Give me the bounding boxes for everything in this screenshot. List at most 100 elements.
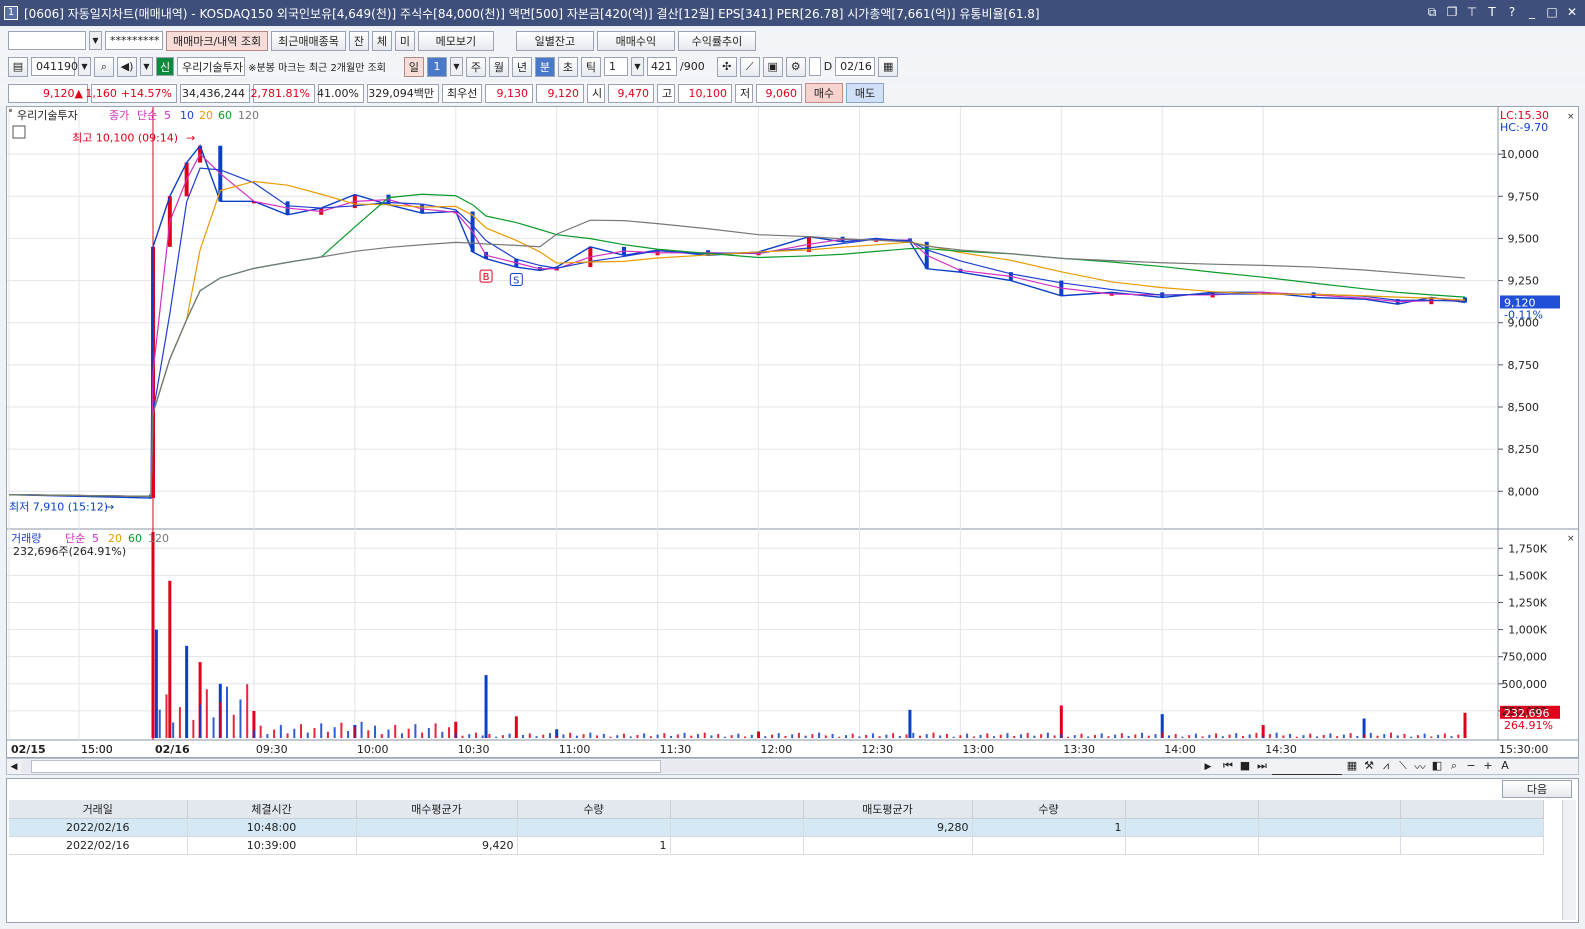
- row-buy-price: 9,420: [356, 836, 518, 855]
- volume-bar: [1120, 733, 1123, 738]
- return-trend-button[interactable]: 수익률추이: [677, 30, 756, 51]
- stock-code-dropdown-icon[interactable]: ▼: [78, 57, 91, 76]
- col-sell-qty: 수량: [972, 800, 1126, 819]
- trade-mark-query-button[interactable]: 매매마크/내역 조회: [166, 30, 269, 51]
- scroll-track[interactable]: [21, 760, 1201, 773]
- interval-dropdown-icon[interactable]: ▼: [630, 57, 644, 76]
- zoom-out-icon[interactable]: −: [1464, 759, 1478, 775]
- best-label: 최우선: [442, 83, 482, 103]
- high-arrow-icon: →: [186, 131, 195, 144]
- minimize-icon[interactable]: _: [1525, 4, 1539, 20]
- unfilled-button[interactable]: 미: [394, 30, 415, 51]
- volume-bar: [468, 734, 471, 738]
- period-day-button[interactable]: 일: [403, 56, 424, 77]
- period-minute-button[interactable]: 분: [534, 56, 555, 77]
- chart-scrollbar[interactable]: ◀ ▶ ⏮ ■ ⏭ ▦ ⚒ ⩘ ⟍ 〰 ◧ ⌕ − + A: [6, 758, 1579, 775]
- sound-dropdown-icon[interactable]: ▼: [140, 57, 153, 76]
- speed-slider[interactable]: [1272, 759, 1342, 775]
- restore-group-icon[interactable]: ❐: [1445, 4, 1459, 20]
- zoom-in-icon[interactable]: +: [1481, 759, 1495, 775]
- daily-balance-button[interactable]: 일별잔고: [515, 30, 594, 51]
- save-icon[interactable]: ▣: [762, 56, 783, 77]
- chart-svg[interactable]: 10,0009,7509,5009,2509,0008,7508,5008,25…: [7, 107, 1578, 757]
- search-icon[interactable]: ⌕: [94, 56, 114, 77]
- volume-pane-close-icon[interactable]: ×: [1567, 534, 1575, 544]
- draw-line-icon[interactable]: ⟍: [1396, 759, 1410, 775]
- scroll-left-icon[interactable]: ◀: [7, 762, 21, 772]
- scroll-thumb[interactable]: [31, 760, 661, 773]
- stock-code-input[interactable]: 041190: [31, 57, 78, 76]
- volume-bar: [898, 735, 901, 738]
- volume-bar: [448, 727, 451, 738]
- stop-icon[interactable]: ■: [1238, 759, 1252, 775]
- calculator-icon[interactable]: [12, 125, 26, 139]
- period-day-dropdown-icon[interactable]: ▼: [449, 57, 463, 76]
- password-input[interactable]: *********: [105, 31, 163, 50]
- volume-bar: [286, 733, 289, 738]
- text-size-icon[interactable]: A: [1498, 759, 1512, 775]
- count-input[interactable]: 421: [646, 57, 677, 76]
- buy-button[interactable]: 매수: [805, 83, 843, 103]
- trade-profit-button[interactable]: 매매수익: [596, 30, 675, 51]
- settings-icon[interactable]: ⚙: [785, 56, 806, 77]
- maximize-icon[interactable]: □: [1545, 4, 1559, 20]
- table-row[interactable]: 2022/02/16 10:39:00 9,420 1: [9, 836, 1544, 855]
- next-button[interactable]: 다음: [1502, 780, 1572, 798]
- legend-ma10: 10: [180, 109, 194, 122]
- rewind-icon[interactable]: ⏮: [1221, 759, 1235, 775]
- layout-icon[interactable]: ▦: [1345, 759, 1359, 775]
- link-icon[interactable]: ⧉: [1425, 4, 1439, 20]
- account-input[interactable]: [8, 31, 86, 50]
- pin-icon[interactable]: ⊤: [1465, 4, 1479, 20]
- account-dropdown-icon[interactable]: ▼: [89, 31, 102, 50]
- volume-bar: [1073, 735, 1076, 738]
- chart-area[interactable]: 10,000 9,750 9,500 9,250 9,000 8,750 8,500 8,25…: [6, 106, 1579, 758]
- volume-bar: [152, 724, 154, 738]
- volume-pane[interactable]: [7, 530, 1498, 740]
- scroll-right-icon[interactable]: ▶: [1201, 762, 1215, 772]
- sell-button[interactable]: 매도: [846, 83, 884, 103]
- period-month-button[interactable]: 월: [488, 56, 509, 77]
- period-day-number[interactable]: 1: [426, 56, 447, 77]
- date-checkbox[interactable]: [808, 57, 821, 76]
- volume-bar: [764, 736, 767, 738]
- draw-tool-icon[interactable]: ⟋: [739, 56, 760, 77]
- volume-bar: [670, 735, 673, 738]
- table-vertical-scrollbar[interactable]: [1562, 800, 1576, 920]
- table-row[interactable]: 2022/02/16 10:48:00 9,280 1: [9, 818, 1544, 837]
- sound-icon[interactable]: ◀): [117, 56, 137, 77]
- calendar-icon[interactable]: ▦: [878, 56, 899, 77]
- col-trade-date: 거래일: [9, 800, 188, 819]
- volume-bar: [744, 736, 747, 738]
- interval-input[interactable]: 1: [603, 57, 628, 76]
- period-week-button[interactable]: 주: [465, 56, 486, 77]
- volume-bar: [1053, 735, 1056, 738]
- indicator-icon[interactable]: ⩘: [1379, 759, 1393, 775]
- date-input[interactable]: 02/16: [835, 57, 876, 76]
- row-empty: [1258, 836, 1401, 855]
- volume-bar: [1342, 734, 1345, 738]
- search-zoom-icon[interactable]: ⌕: [1447, 759, 1461, 775]
- color-icon[interactable]: ◧: [1430, 759, 1444, 775]
- draw-wave-icon[interactable]: 〰: [1413, 759, 1427, 775]
- font-icon[interactable]: T: [1485, 4, 1499, 20]
- memo-view-button[interactable]: 메모보기: [417, 30, 494, 51]
- date-label: D: [823, 60, 833, 73]
- pane-close-icon[interactable]: ×: [1567, 112, 1575, 122]
- price-pane[interactable]: [7, 107, 1498, 528]
- period-year-button[interactable]: 년: [511, 56, 532, 77]
- close-icon[interactable]: ✕: [1565, 4, 1579, 20]
- tools-icon[interactable]: ⚒: [1362, 759, 1376, 775]
- recent-trades-button[interactable]: 최근매매종목: [271, 30, 346, 51]
- help-icon[interactable]: ?: [1505, 4, 1519, 20]
- executed-button[interactable]: 체: [371, 30, 392, 51]
- crosshair-icon[interactable]: ✣: [716, 56, 737, 77]
- forward-icon[interactable]: ⏭: [1255, 759, 1269, 775]
- volume-tick-label: 500,000: [1502, 678, 1548, 691]
- period-tick-button[interactable]: 틱: [580, 56, 601, 77]
- chart-type-icon[interactable]: ▤: [8, 56, 28, 77]
- volume-bar: [683, 732, 686, 738]
- high-price: 10,100: [678, 83, 732, 103]
- period-second-button[interactable]: 초: [557, 56, 578, 77]
- balance-button[interactable]: 잔: [348, 30, 369, 51]
